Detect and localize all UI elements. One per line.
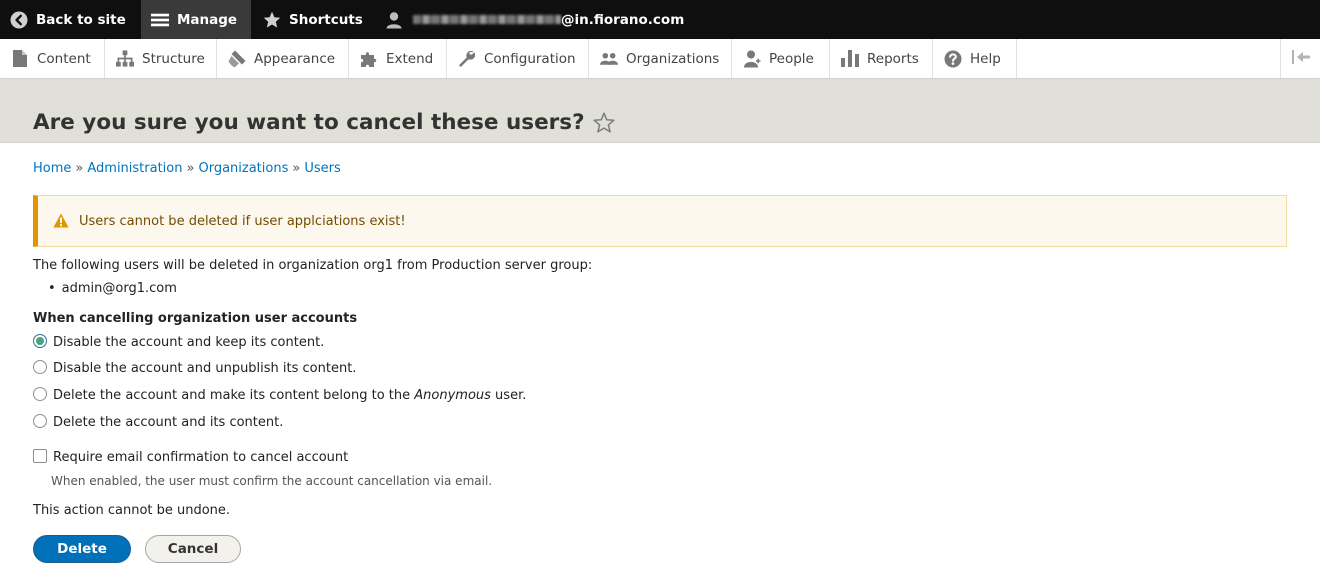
tray-item-extend[interactable]: Extend <box>349 39 447 78</box>
back-to-site-link[interactable]: Back to site <box>0 0 141 39</box>
page-title: Are you sure you want to cancel these us… <box>33 110 585 135</box>
warning-triangle-icon <box>53 213 69 229</box>
delete-button[interactable]: Delete <box>33 535 131 563</box>
tray-item-label: Structure <box>142 50 205 67</box>
user-email-label: @in.fiorano.com <box>561 11 685 28</box>
admin-toolbar: Back to site Manage Shortcuts @in.fioran… <box>0 0 1320 39</box>
radio-block-unpublish[interactable] <box>33 359 47 374</box>
tray-item-label: Appearance <box>254 50 336 67</box>
breadcrumb-organizations[interactable]: Organizations <box>198 161 288 176</box>
option-block-unpublish[interactable]: Disable the account and unpublish its co… <box>33 359 357 376</box>
tray-item-reports[interactable]: Reports <box>830 39 933 78</box>
email-confirmation-option[interactable]: Require email confirmation to cancel acc… <box>33 448 349 465</box>
breadcrumb-separator: » <box>292 161 301 176</box>
radio-label: Disable the account and keep its content… <box>53 335 325 350</box>
breadcrumb-separator: » <box>75 161 84 176</box>
manage-tab[interactable]: Manage <box>141 0 251 39</box>
warning-message: Users cannot be deleted if user applciat… <box>33 195 1287 247</box>
deletion-intro-text: The following users will be deleted in o… <box>33 258 593 273</box>
breadcrumb-separator: » <box>186 161 195 176</box>
breadcrumb: Home» Administration» Organizations» Users <box>33 161 341 176</box>
wrench-icon <box>458 50 476 68</box>
collapse-tray-icon <box>1291 49 1311 68</box>
puzzle-icon <box>360 50 378 68</box>
tray-item-people[interactable]: People <box>732 39 830 78</box>
option-reassign[interactable]: Delete the account and make its content … <box>33 386 526 403</box>
shortcuts-tab[interactable]: Shortcuts <box>251 0 371 39</box>
email-confirmation-checkbox[interactable] <box>33 448 47 463</box>
radio-label: Delete the account and its content. <box>53 415 284 430</box>
sitemap-icon <box>116 50 134 68</box>
irreversible-note: This action cannot be undone. <box>33 503 231 518</box>
tray-item-help[interactable]: Help <box>933 39 1017 78</box>
manage-label: Manage <box>177 11 238 28</box>
tray-item-label: Reports <box>867 50 919 67</box>
people-icon <box>600 50 618 68</box>
tray-item-structure[interactable]: Structure <box>105 39 217 78</box>
tray-item-appearance[interactable]: Appearance <box>217 39 349 78</box>
user-icon <box>385 11 403 29</box>
checkbox-description: When enabled, the user must confirm the … <box>51 474 493 488</box>
tray-item-label: People <box>769 50 814 67</box>
radio-block-keep-content[interactable] <box>33 333 47 348</box>
user-list: admin@org1.com <box>60 281 177 296</box>
tray-item-content[interactable]: Content <box>0 39 105 78</box>
shortcuts-label: Shortcuts <box>289 11 363 28</box>
breadcrumb-administration[interactable]: Administration <box>87 161 182 176</box>
star-icon <box>263 11 281 29</box>
list-item: admin@org1.com <box>60 281 177 296</box>
radio-label-before: Delete the account and make its content … <box>53 388 415 403</box>
radio-label: Delete the account and make its content … <box>53 388 526 403</box>
admin-tray: Content Structure Appearance Extend Conf… <box>0 39 1320 79</box>
cancel-method-legend: When cancelling organization user accoun… <box>33 311 358 326</box>
radio-label-after: user. <box>490 388 527 403</box>
paintbrush-icon <box>228 50 246 68</box>
radio-delete[interactable] <box>33 413 47 428</box>
tray-item-label: Help <box>970 50 1001 67</box>
file-icon <box>11 50 29 68</box>
radio-label-anonymous: Anonymous <box>414 388 491 403</box>
back-to-site-label: Back to site <box>36 11 126 28</box>
hamburger-icon <box>151 11 169 29</box>
person-icon <box>743 50 761 68</box>
breadcrumb-home[interactable]: Home <box>33 161 71 176</box>
warning-text: Users cannot be deleted if user applciat… <box>79 213 406 229</box>
tray-item-label: Organizations <box>626 50 720 67</box>
user-account-tab[interactable]: @in.fiorano.com <box>371 0 694 39</box>
option-delete[interactable]: Delete the account and its content. <box>33 413 284 430</box>
blurred-username <box>413 15 561 24</box>
radio-reassign[interactable] <box>33 386 47 401</box>
bars-icon <box>841 50 859 68</box>
tray-orientation-toggle[interactable] <box>1280 39 1320 78</box>
cancel-button[interactable]: Cancel <box>145 535 241 563</box>
option-block-keep-content[interactable]: Disable the account and keep its content… <box>33 333 325 350</box>
tray-spacer <box>1017 39 1280 78</box>
tray-item-label: Configuration <box>484 50 576 67</box>
checkbox-label: Require email confirmation to cancel acc… <box>53 450 349 465</box>
shortcut-star-icon[interactable] <box>592 112 615 133</box>
page-title-wrapper: Are you sure you want to cancel these us… <box>33 110 615 135</box>
chevron-left-circle-icon <box>10 11 28 29</box>
radio-label: Disable the account and unpublish its co… <box>53 361 357 376</box>
tray-item-configuration[interactable]: Configuration <box>447 39 589 78</box>
breadcrumb-users[interactable]: Users <box>304 161 340 176</box>
tray-item-label: Content <box>37 50 91 67</box>
question-icon <box>944 50 962 68</box>
tray-item-label: Extend <box>386 50 434 67</box>
tray-item-organizations[interactable]: Organizations <box>589 39 732 78</box>
